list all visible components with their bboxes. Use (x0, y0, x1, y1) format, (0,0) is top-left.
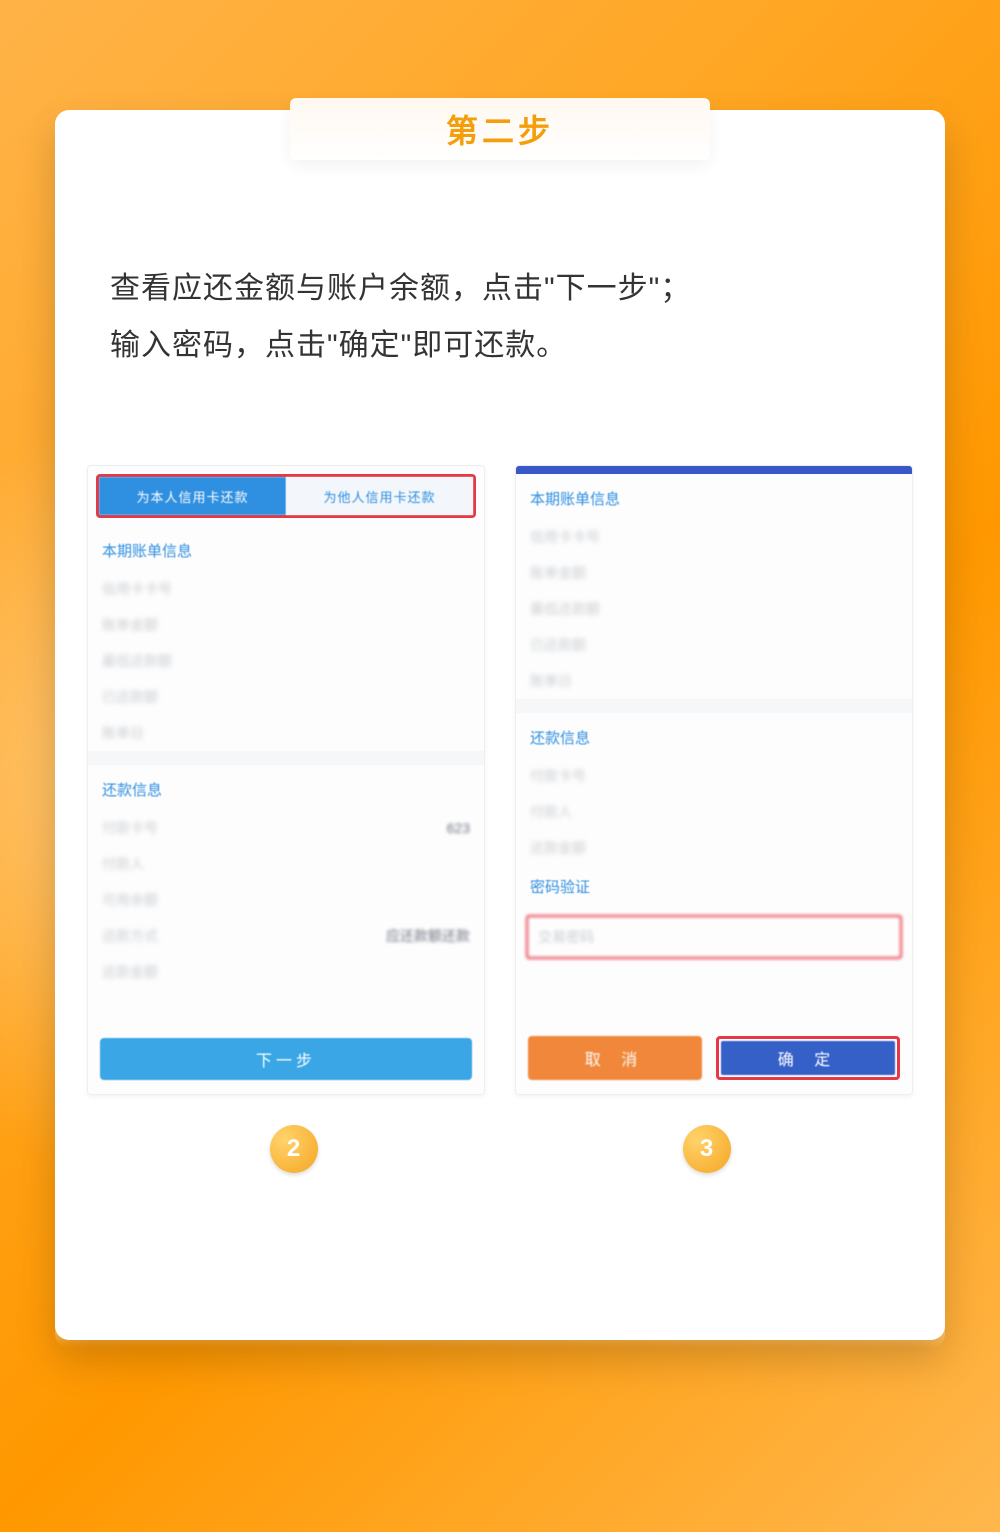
cancel-button-label: 取 消 (585, 1046, 645, 1070)
pay-card-label: 付款卡号 (102, 818, 158, 838)
bill-row-label: 已还款额 (102, 687, 158, 707)
section-repay-info: 还款信息 (516, 713, 912, 758)
repay-amount-label: 还款金额 (102, 962, 158, 982)
bill-row-label: 账单金额 (530, 563, 586, 583)
confirm-button[interactable]: 确 定 (721, 1041, 895, 1075)
bill-row-label: 账单日 (530, 671, 572, 691)
bill-row-label: 账单金额 (102, 615, 158, 635)
section-bill-info: 本期账单信息 (88, 526, 484, 571)
instructions-line-1: 查看应还金额与账户余额，点击"下一步"； (110, 260, 890, 317)
bill-row-label: 信用卡卡号 (102, 579, 172, 599)
phone-screenshot-2: 为本人信用卡还款 为他人信用卡还款 本期账单信息 信用卡卡号 账单金额 最低还款… (87, 465, 485, 1095)
step-card: 第二步 查看应还金额与账户余额，点击"下一步"； 输入密码，点击"确定"即可还款… (55, 110, 945, 1340)
step-tab-title: 第二步 (446, 106, 554, 152)
phone-topbar (516, 466, 912, 474)
repay-method-label: 还款方式 (102, 926, 158, 946)
bill-row-label: 最低还款额 (530, 599, 600, 619)
repay-row-label: 付款人 (530, 802, 572, 822)
password-placeholder: 交易密码 (538, 929, 594, 945)
tab-other-repay[interactable]: 为他人信用卡还款 (286, 477, 473, 515)
confirm-button-highlight: 确 定 (716, 1036, 900, 1080)
repay-row-label: 还款金额 (530, 838, 586, 858)
cancel-button[interactable]: 取 消 (528, 1036, 702, 1080)
phone-screenshot-3: 本期账单信息 信用卡卡号 账单金额 最低还款额 已还款额 账单日 还款信息 付款… (515, 465, 913, 1095)
section-bill-info: 本期账单信息 (516, 474, 912, 519)
dialog-buttons: 取 消 确 定 (528, 1036, 900, 1080)
step-circle-2: 2 (270, 1125, 318, 1173)
bill-row-label: 最低还款额 (102, 651, 172, 671)
instructions: 查看应还金额与账户余额，点击"下一步"； 输入密码，点击"确定"即可还款。 (110, 260, 890, 374)
section-password: 密码验证 (516, 866, 912, 907)
step-circle-3: 3 (683, 1125, 731, 1173)
section-repay-info: 还款信息 (88, 765, 484, 810)
repay-row-label: 付款卡号 (530, 766, 586, 786)
step-circle-3-number: 3 (700, 1135, 713, 1163)
pay-card-value: 623 (447, 820, 470, 836)
step-circles: 2 3 (87, 1125, 913, 1173)
bill-row-label: 信用卡卡号 (530, 527, 600, 547)
tab-self-repay[interactable]: 为本人信用卡还款 (99, 477, 286, 515)
tabbar-highlight: 为本人信用卡还款 为他人信用卡还款 (96, 474, 476, 518)
password-input-highlight[interactable]: 交易密码 (526, 915, 902, 959)
repay-row-label: 可用余额 (102, 890, 158, 910)
step-tab: 第二步 (290, 98, 710, 160)
repay-row-label: 付款人 (102, 854, 144, 874)
next-button[interactable]: 下一步 (100, 1038, 472, 1080)
instructions-line-2: 输入密码，点击"确定"即可还款。 (110, 317, 890, 374)
repay-method-value: 应还款额还款 (386, 926, 470, 946)
next-button-label: 下一步 (256, 1047, 316, 1071)
phone-mockups: 为本人信用卡还款 为他人信用卡还款 本期账单信息 信用卡卡号 账单金额 最低还款… (87, 465, 913, 1095)
bill-row-label: 已还款额 (530, 635, 586, 655)
confirm-button-label: 确 定 (778, 1046, 838, 1070)
step-circle-2-number: 2 (287, 1135, 300, 1163)
bill-row-label: 账单日 (102, 723, 144, 743)
